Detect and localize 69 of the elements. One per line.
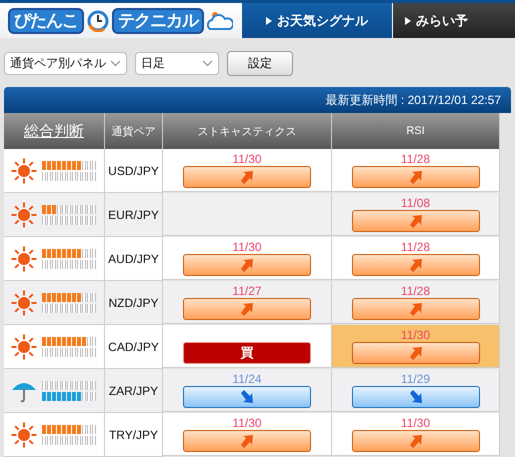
signal-date: 11/30 — [232, 416, 262, 430]
currency-pair: TRY/JPY — [108, 428, 158, 442]
signal-date: 11/24 — [232, 372, 262, 386]
buy-button[interactable]: 買 — [183, 342, 311, 364]
period-select[interactable]: 日足 — [135, 52, 219, 76]
signal-meter — [42, 216, 97, 224]
update-time: 最新更新時間 : 2017/12/01 22:57 — [326, 92, 501, 109]
signal-button[interactable] — [183, 166, 311, 188]
arrow-up-right-icon — [408, 257, 424, 273]
signal-meter — [42, 260, 97, 268]
column-header: 通貨ペア — [105, 113, 163, 149]
signal-button[interactable] — [352, 430, 480, 452]
signal-button[interactable] — [183, 254, 311, 276]
signal-button[interactable] — [352, 166, 480, 188]
signal-button[interactable] — [183, 430, 311, 452]
signal-date: 11/28 — [400, 152, 430, 166]
signal-date: 11/28 — [400, 240, 430, 254]
signal-date: 11/27 — [232, 284, 262, 298]
currency-pair: CAD/JPY — [108, 340, 159, 354]
signal-date: 11/30 — [400, 416, 430, 430]
signal-button[interactable] — [183, 298, 311, 320]
logo-text: ぴたんこ — [8, 8, 84, 34]
signal-button[interactable] — [352, 298, 480, 320]
arrow-up-right-icon — [239, 257, 255, 273]
arrow-up-right-icon — [239, 433, 255, 449]
arrow-down-right-icon — [408, 389, 424, 405]
signal-date: 11/30 — [232, 152, 262, 166]
play-icon — [266, 16, 272, 25]
signal-button[interactable] — [183, 386, 311, 408]
clock-icon — [87, 10, 109, 32]
arrow-up-right-icon — [408, 301, 424, 317]
currency-pair: USD/JPY — [108, 164, 159, 178]
arrow-up-right-icon — [408, 345, 424, 361]
signal-meter — [42, 380, 97, 390]
apply-button[interactable]: 設定 — [227, 51, 293, 76]
signal-date: 11/30 — [232, 240, 262, 254]
signal-button[interactable] — [352, 386, 480, 408]
currency-pair: EUR/JPY — [108, 208, 159, 222]
arrow-down-right-icon — [239, 389, 255, 405]
currency-pair: AUD/JPY — [108, 252, 159, 266]
view-select[interactable]: 通貨ペア別パネル — [4, 52, 127, 76]
nav-tab[interactable]: みらい予 — [392, 3, 515, 38]
currency-pair: NZD/JPY — [108, 296, 158, 310]
signal-button[interactable] — [352, 210, 480, 232]
logo-text: テクニカル — [112, 8, 204, 34]
arrow-up-right-icon — [408, 169, 424, 185]
play-icon — [405, 16, 411, 25]
signal-date: 11/30 — [400, 328, 430, 342]
signal-meter — [42, 436, 97, 444]
chevron-down-icon — [110, 60, 121, 68]
arrow-up-right-icon — [408, 213, 424, 229]
signal-date: 11/29 — [400, 372, 430, 386]
arrow-up-right-icon — [239, 169, 255, 185]
chevron-down-icon — [202, 60, 213, 68]
signal-meter — [42, 172, 97, 180]
arrow-up-right-icon — [408, 433, 424, 449]
signal-meter — [42, 304, 97, 312]
column-header: ストキャスティクス — [163, 113, 332, 149]
arrow-up-right-icon — [239, 301, 255, 317]
column-header-link[interactable]: 総合判断 — [4, 113, 105, 149]
nav-tab[interactable]: お天気シグナル — [241, 3, 392, 38]
signal-date: 11/28 — [400, 284, 430, 298]
currency-pair: ZAR/JPY — [108, 384, 158, 398]
signal-button[interactable] — [352, 342, 480, 364]
signal-button[interactable] — [352, 254, 480, 276]
signal-date: 11/08 — [400, 196, 430, 210]
signal-meter — [42, 348, 97, 356]
cloud-icon — [207, 10, 233, 31]
column-header: RSI — [332, 113, 500, 149]
